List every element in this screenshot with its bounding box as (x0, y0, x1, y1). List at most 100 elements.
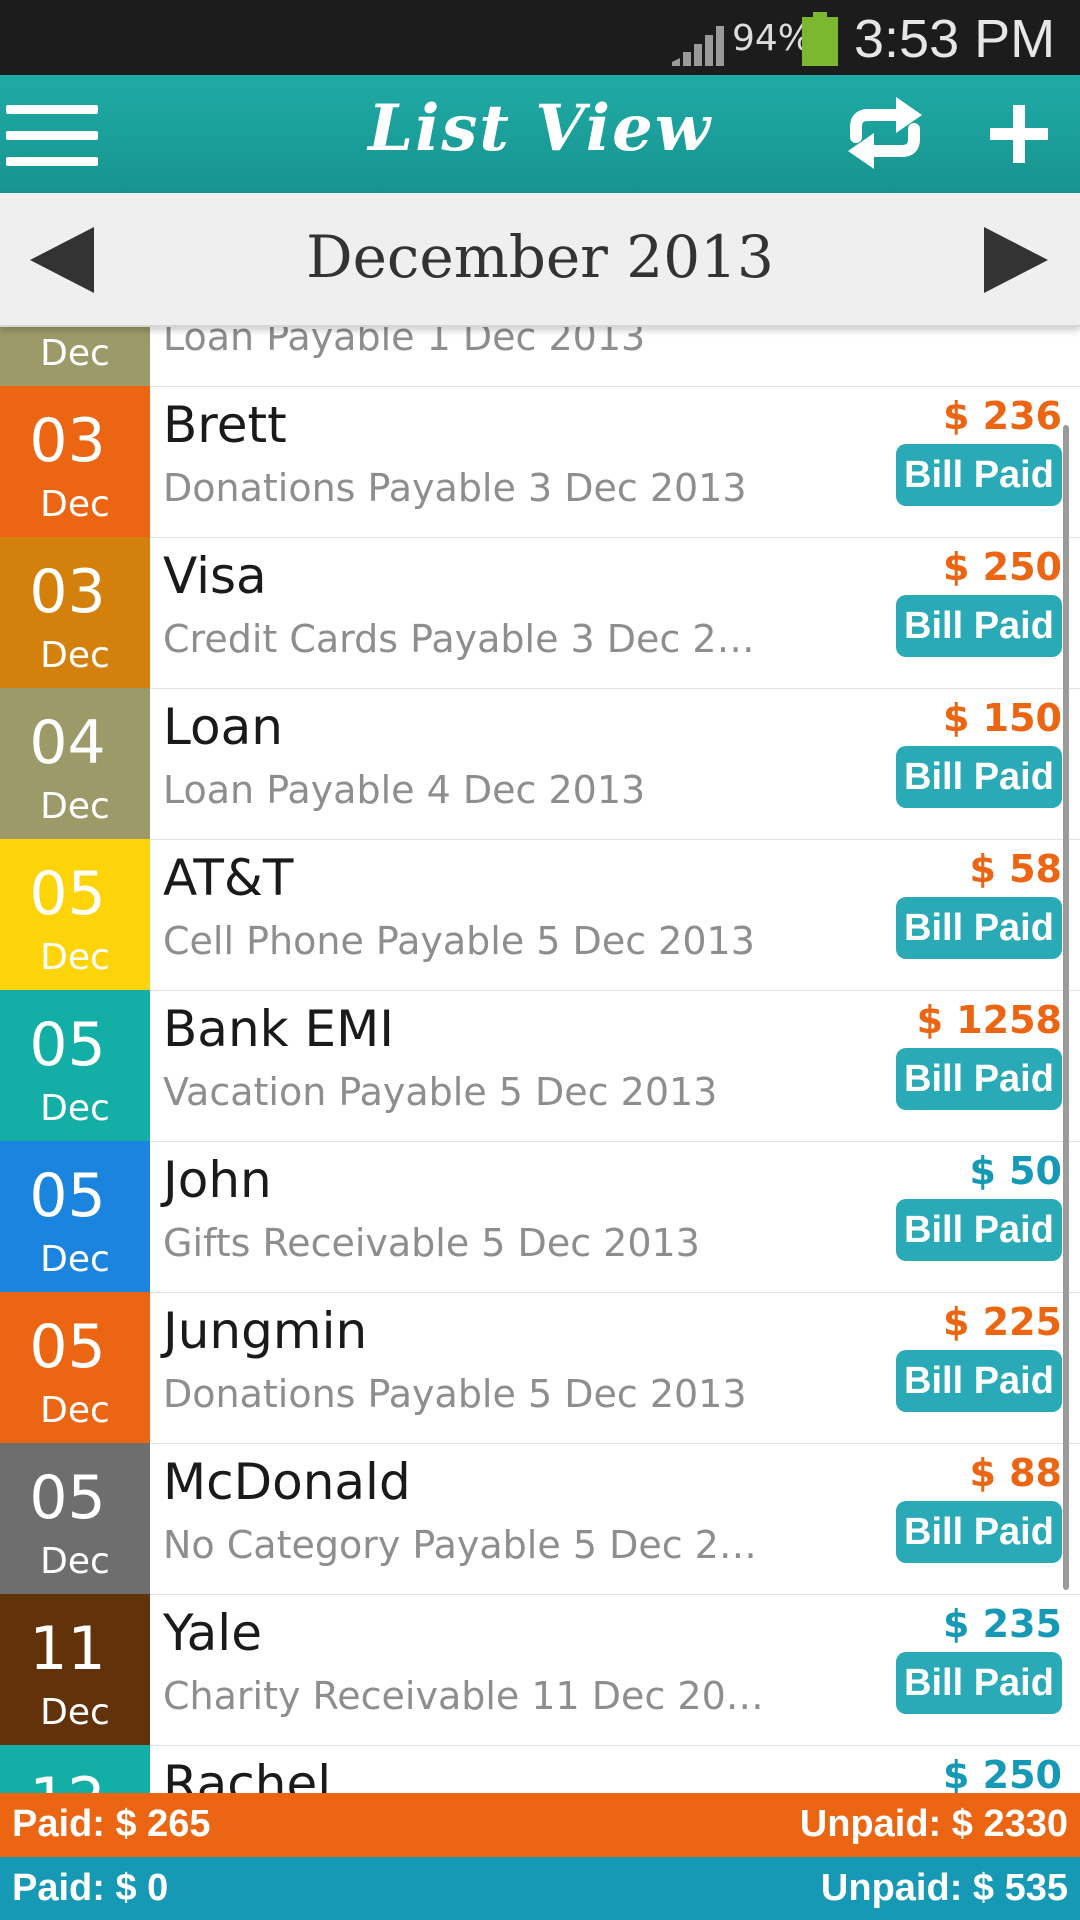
bill-paid-button[interactable]: Bill Paid (896, 897, 1062, 959)
date-day: 12 (0, 1765, 135, 1793)
bill-paid-button[interactable]: Bill Paid (896, 1350, 1062, 1412)
bill-list-item[interactable]: 04 Dec Loan Loan Payable 4 Dec 2013 $ 150 Bil… (0, 688, 1080, 840)
date-month: Dec (40, 1239, 110, 1280)
bill-name: AT&T (163, 849, 294, 907)
bill-list-item[interactable]: 03 Dec Brett Donations Payable 3 Dec 2013 $ … (0, 386, 1080, 538)
bill-name: Yale (163, 1604, 262, 1662)
bill-details: Vacation Payable 5 Dec 2013 (163, 1070, 718, 1114)
bill-details: Cell Phone Payable 5 Dec 2013 (163, 919, 755, 963)
date-badge: 04 Dec (0, 688, 150, 839)
bill-name: McDonald (163, 1453, 411, 1511)
bill-paid-button[interactable]: Bill Paid (896, 444, 1062, 506)
bill-amount: $ 250 (943, 545, 1062, 589)
date-day: 04 (29, 708, 106, 778)
bill-details: Credit Cards Payable 3 Dec 20… (163, 617, 773, 661)
list-scrollbar[interactable] (1063, 425, 1069, 1590)
bill-paid-button[interactable]: Bill Paid (896, 1652, 1062, 1714)
date-badge: 05 Dec (0, 1292, 150, 1443)
status-bar: 94% 3:53 PM (0, 0, 1080, 75)
bill-list-item[interactable]: 05 Dec Bank EMI Vacation Payable 5 Dec 2013… (0, 990, 1080, 1142)
bill-list[interactable]: Dec Loan Payable 1 Dec 2013 03 Dec Brett Dona… (0, 325, 1080, 1793)
status-time: 3:53 PM (854, 9, 1056, 69)
date-badge: Dec (0, 325, 150, 386)
bill-name: Rachel (163, 1755, 332, 1793)
date-day: 03 (29, 557, 106, 627)
plus-icon[interactable] (990, 105, 1048, 163)
date-day: 05 (29, 1312, 106, 1382)
receivable-summary-bar: Paid: $ 0 Unpaid: $ 535 (0, 1857, 1080, 1920)
date-day: 05 (29, 1010, 106, 1080)
date-badge: 03 Dec (0, 386, 150, 537)
date-month: Dec (40, 1692, 110, 1733)
date-day: 11 (29, 1614, 106, 1684)
date-badge: 05 Dec (0, 990, 150, 1141)
date-day: 05 (29, 1161, 106, 1231)
month-label: December 2013 (306, 223, 774, 291)
bill-name: Bank EMI (163, 1000, 394, 1058)
date-badge: 12 (0, 1745, 150, 1793)
date-badge: 05 Dec (0, 1141, 150, 1292)
bill-list-item[interactable]: 12 Rachel $ 250 (0, 1745, 1080, 1793)
bill-amount: $ 250 (943, 1753, 1062, 1793)
bill-details: No Category Payable 5 Dec 20… (163, 1523, 773, 1567)
bill-paid-button[interactable]: Bill Paid (896, 595, 1062, 657)
bill-list-item[interactable]: 05 Dec McDonald No Category Payable 5 Dec 2… (0, 1443, 1080, 1595)
date-badge: 05 Dec (0, 839, 150, 990)
bill-name: Brett (163, 396, 287, 454)
bill-name: Loan (163, 698, 283, 756)
bill-list-item[interactable]: 05 Dec Jungmin Donations Payable 5 Dec 2013… (0, 1292, 1080, 1444)
bill-paid-button[interactable]: Bill Paid (896, 1501, 1062, 1563)
bill-name: Jungmin (163, 1302, 368, 1360)
date-day: 03 (29, 406, 106, 476)
bill-paid-button[interactable]: Bill Paid (896, 1048, 1062, 1110)
date-month: Dec (40, 1088, 110, 1129)
bill-details: Loan Payable 4 Dec 2013 (163, 768, 646, 812)
sync-icon[interactable] (846, 91, 924, 175)
date-month: Dec (40, 635, 110, 676)
date-month: Dec (40, 1541, 110, 1582)
bill-list-item[interactable]: 05 Dec AT&T Cell Phone Payable 5 Dec 2013 $ … (0, 839, 1080, 991)
bill-paid-button[interactable]: Bill Paid (896, 746, 1062, 808)
date-day: 05 (29, 1463, 106, 1533)
payable-unpaid-total: Unpaid: $ 2330 (799, 1803, 1068, 1845)
bill-list-item[interactable]: Dec Loan Payable 1 Dec 2013 (0, 325, 1080, 387)
month-navigator: December 2013 (0, 193, 1080, 327)
bill-amount: $ 58 (969, 847, 1062, 891)
payable-paid-total: Paid: $ 265 (12, 1803, 211, 1845)
date-badge: 05 Dec (0, 1443, 150, 1594)
bill-amount: $ 236 (943, 394, 1062, 438)
bill-amount: $ 50 (969, 1149, 1062, 1193)
app-toolbar: List View (0, 75, 1080, 193)
date-month: Dec (40, 1390, 110, 1431)
bill-paid-button[interactable]: Bill Paid (896, 1199, 1062, 1261)
date-month: Dec (40, 786, 110, 827)
bill-list-item[interactable]: 03 Dec Visa Credit Cards Payable 3 Dec 20… $… (0, 537, 1080, 689)
bill-details: Loan Payable 1 Dec 2013 (163, 325, 646, 359)
receivable-paid-total: Paid: $ 0 (12, 1867, 169, 1909)
date-month: Dec (40, 484, 110, 525)
date-month: Dec (40, 937, 110, 978)
bill-amount: $ 1258 (916, 998, 1062, 1042)
battery-icon (802, 12, 838, 66)
bill-amount: $ 88 (969, 1451, 1062, 1495)
bill-name: Visa (163, 547, 267, 605)
payable-summary-bar: Paid: $ 265 Unpaid: $ 2330 (0, 1793, 1080, 1857)
bill-details: Donations Payable 3 Dec 2013 (163, 466, 747, 510)
date-badge: 03 Dec (0, 537, 150, 688)
receivable-unpaid-total: Unpaid: $ 535 (820, 1867, 1068, 1909)
date-month: Dec (40, 333, 110, 374)
bill-list-item[interactable]: 05 Dec John Gifts Receivable 5 Dec 2013 $ 50… (0, 1141, 1080, 1293)
bill-amount: $ 225 (943, 1300, 1062, 1344)
bill-details: Charity Receivable 11 Dec 201… (163, 1674, 773, 1718)
date-day: 05 (29, 859, 106, 929)
bill-name: John (163, 1151, 272, 1209)
signal-icon (672, 26, 724, 66)
bill-amount: $ 150 (943, 696, 1062, 740)
bill-list-item[interactable]: 11 Dec Yale Charity Receivable 11 Dec 201… $… (0, 1594, 1080, 1746)
bill-amount: $ 235 (943, 1602, 1062, 1646)
bill-details: Gifts Receivable 5 Dec 2013 (163, 1221, 700, 1265)
bill-details: Donations Payable 5 Dec 2013 (163, 1372, 747, 1416)
battery-percent: 94% (732, 18, 813, 59)
date-badge: 11 Dec (0, 1594, 150, 1745)
next-month-arrow-icon[interactable] (980, 225, 1050, 295)
